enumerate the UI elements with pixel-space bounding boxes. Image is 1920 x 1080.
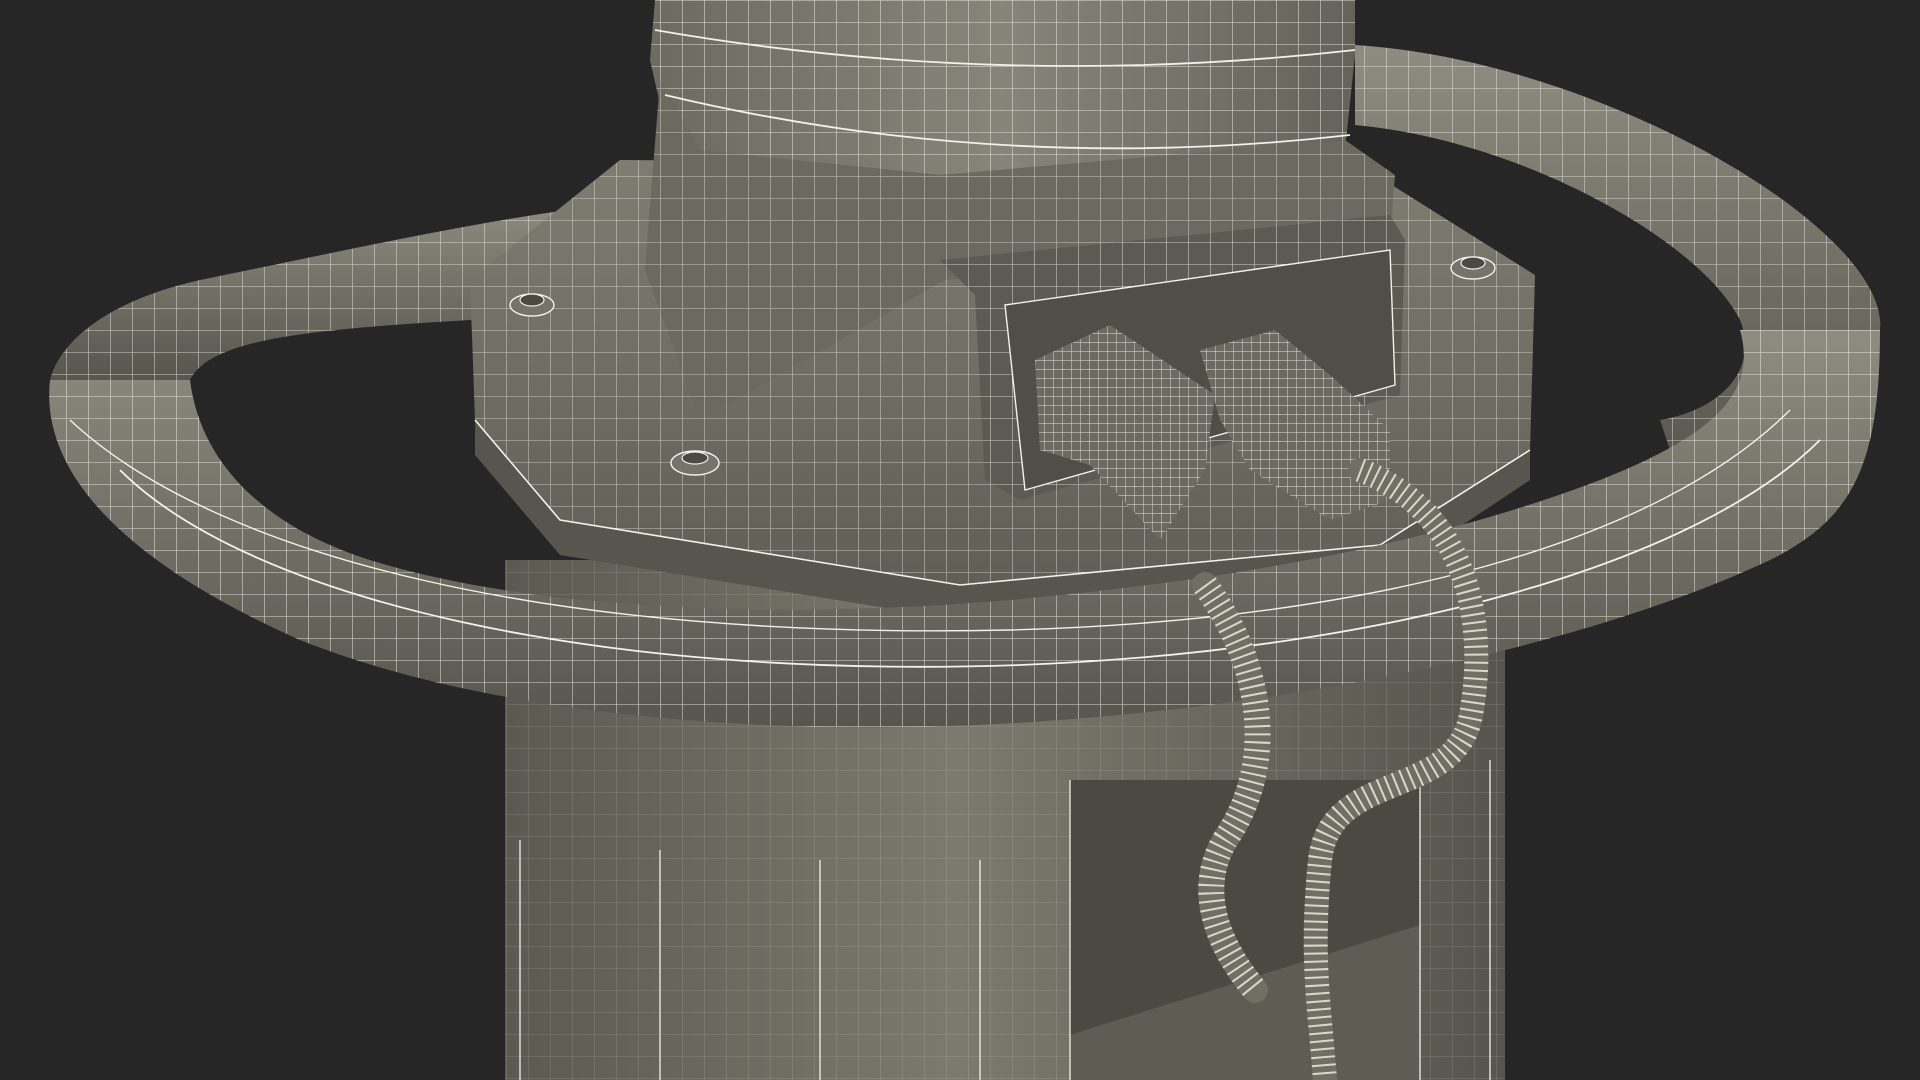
render-viewport [0, 0, 1920, 1080]
bolt-icon [509, 293, 555, 317]
bolt-icon [670, 450, 720, 476]
wireframe-scene [49, 0, 1881, 1080]
bolt-icon [1450, 256, 1496, 280]
